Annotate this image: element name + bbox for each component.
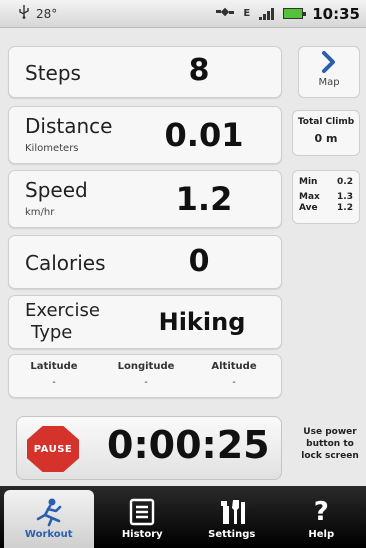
speed-ave-value: 1.2	[337, 203, 353, 213]
settings-icon	[217, 497, 247, 527]
pause-button[interactable]: PAUSE	[27, 426, 79, 472]
altitude-value: -	[232, 377, 236, 388]
exercise-type-panel[interactable]: Exercise Type Hiking	[8, 295, 282, 349]
help-glyph: ?	[313, 497, 329, 527]
tab-help[interactable]: ? Help	[277, 486, 366, 548]
speed-ave-label: Ave	[299, 203, 318, 213]
speed-min-label: Min	[299, 177, 318, 187]
distance-label: Distance	[25, 114, 113, 138]
satellite-icon	[216, 5, 235, 22]
speed-min-row: Min 0.2	[293, 177, 359, 188]
total-climb-value: 0 m	[314, 132, 338, 145]
tab-history-label: History	[121, 529, 163, 540]
calories-value: 0	[188, 244, 210, 279]
map-button[interactable]: Map	[298, 46, 360, 98]
tab-workout[interactable]: Workout	[4, 490, 94, 548]
tab-help-label: Help	[308, 529, 335, 540]
tab-settings[interactable]: Settings	[187, 486, 277, 548]
tab-history[interactable]: History	[98, 486, 188, 548]
distance-unit: Kilometers	[25, 143, 79, 154]
distance-value: 0.01	[164, 116, 244, 154]
clock-text: 10:35	[312, 4, 360, 23]
chevron-right-icon	[299, 47, 359, 77]
longitude-value: -	[144, 377, 148, 388]
elapsed-time: 0:00:25	[107, 423, 270, 467]
speed-label: Speed	[25, 178, 88, 202]
exercise-type-value: Hiking	[158, 308, 246, 336]
steps-value: 8	[188, 53, 210, 88]
runner-icon	[32, 497, 66, 527]
speed-panel: Speed km/hr 1.2	[8, 170, 282, 228]
tab-settings-label: Settings	[208, 529, 256, 540]
history-icon	[129, 497, 155, 527]
steps-label: Steps	[25, 61, 81, 85]
speed-min-value: 0.2	[337, 177, 353, 187]
gps-panel: Latitude - Longitude - Altitude -	[8, 354, 282, 398]
total-climb-title: Total Climb	[297, 117, 355, 127]
lock-note-line1: Use power	[303, 427, 357, 437]
speed-max-value: 1.3	[337, 192, 353, 202]
speed-value: 1.2	[175, 180, 233, 218]
altitude-label: Altitude	[211, 361, 257, 372]
network-type-text: E	[243, 8, 251, 19]
status-bar: 28° E 10:35	[0, 0, 366, 28]
speed-ave-row: Ave 1.2	[293, 203, 359, 214]
tab-workout-label: Workout	[24, 529, 73, 540]
calories-panel: Calories 0	[8, 235, 282, 289]
speed-unit: km/hr	[25, 207, 55, 218]
total-climb-panel: Total Climb 0 m	[292, 110, 360, 156]
map-label: Map	[318, 77, 340, 88]
timer-panel: PAUSE 0:00:25	[16, 416, 282, 480]
lock-note-line3: lock screen	[301, 451, 359, 461]
speed-max-label: Max	[299, 192, 320, 202]
usb-icon	[18, 5, 30, 22]
distance-panel: Distance Kilometers 0.01	[8, 106, 282, 164]
workout-screen: Steps 8 Map Distance Kilometers 0.01 Tot…	[0, 30, 366, 484]
steps-panel: Steps 8	[8, 46, 282, 98]
lock-screen-note: Use power button to lock screen	[296, 426, 364, 462]
bottom-nav: Workout History Settings ? Help	[0, 486, 366, 548]
exercise-type-label-line2: Type	[31, 322, 73, 343]
battery-icon	[283, 8, 307, 19]
signal-icon	[259, 7, 275, 20]
latitude-label: Latitude	[30, 361, 78, 372]
help-icon: ?	[314, 497, 329, 527]
lock-note-line2: button to	[306, 439, 354, 449]
longitude-label: Longitude	[117, 361, 175, 372]
speed-stats-panel: Min 0.2 Max 1.3 Ave 1.2	[292, 170, 360, 224]
speed-max-row: Max 1.3	[293, 192, 359, 203]
temperature-text: 28°	[36, 6, 58, 21]
exercise-type-label-line1: Exercise	[25, 300, 100, 321]
calories-label: Calories	[25, 251, 106, 275]
latitude-value: -	[52, 377, 56, 388]
